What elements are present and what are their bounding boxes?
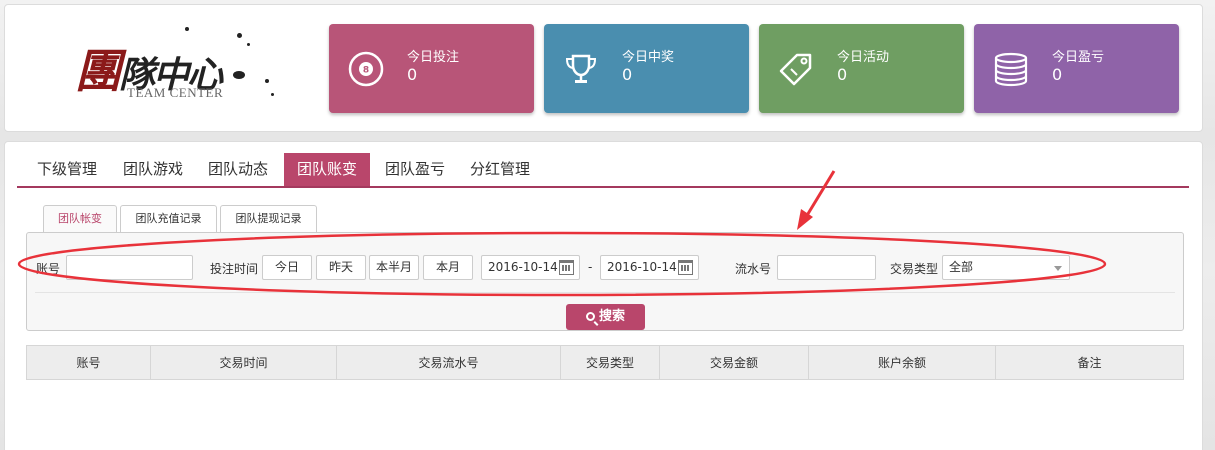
tab-dividend-management[interactable]: 分红管理 bbox=[462, 153, 538, 186]
range-yesterday-button[interactable]: 昨天 bbox=[316, 255, 366, 280]
transactions-table: 账号 交易时间 交易流水号 交易类型 交易金额 账户余额 备注 bbox=[26, 345, 1184, 380]
stat-card-today-profit-loss[interactable]: 今日盈亏 0 bbox=[974, 24, 1179, 113]
transaction-type-label: 交易类型 bbox=[890, 262, 939, 276]
date-to-input[interactable]: 2016-10-14 bbox=[600, 255, 699, 280]
column-header-serial: 交易流水号 bbox=[336, 345, 561, 380]
stat-value: 0 bbox=[837, 65, 848, 84]
search-button-label: 搜索 bbox=[598, 309, 625, 324]
trophy-icon bbox=[562, 50, 600, 88]
date-from-value: 2016-10-14 bbox=[488, 260, 558, 274]
date-from-input[interactable]: 2016-10-14 bbox=[481, 255, 580, 280]
tag-icon bbox=[777, 50, 815, 88]
main-tab-bar: 下级管理 团队游戏 团队动态 团队账变 团队盈亏 分红管理 bbox=[17, 153, 1189, 188]
transaction-type-selected: 全部 bbox=[949, 260, 974, 274]
tab-team-games[interactable]: 团队游戏 bbox=[115, 153, 191, 186]
tab-subordinate-management[interactable]: 下级管理 bbox=[29, 153, 105, 186]
logo-char-first: 團 bbox=[75, 44, 121, 98]
column-header-time: 交易时间 bbox=[150, 345, 337, 380]
table-header-row: 账号 交易时间 交易流水号 交易类型 交易金额 账户余额 备注 bbox=[26, 345, 1184, 380]
ink-splash bbox=[233, 71, 245, 79]
search-icon bbox=[585, 312, 595, 321]
search-button[interactable]: 搜索 bbox=[566, 304, 645, 330]
ink-splash bbox=[237, 33, 242, 38]
tab-team-activity[interactable]: 团队动态 bbox=[200, 153, 276, 186]
stat-value: 0 bbox=[407, 65, 418, 84]
transaction-type-select[interactable]: 全部 bbox=[942, 255, 1070, 280]
subtab-team-account-changes[interactable]: 团队帐变 bbox=[43, 205, 117, 232]
stat-label: 今日投注 bbox=[407, 50, 460, 65]
stat-value: 0 bbox=[1052, 65, 1063, 84]
range-month-button[interactable]: 本月 bbox=[423, 255, 473, 280]
column-header-account: 账号 bbox=[26, 345, 151, 380]
account-input[interactable] bbox=[66, 255, 193, 280]
stat-label: 今日活动 bbox=[837, 50, 890, 65]
coins-icon bbox=[992, 50, 1030, 88]
ink-splash bbox=[247, 43, 250, 46]
ink-splash bbox=[271, 93, 274, 96]
header-panel: 團隊中心 TEAM CENTER 8 今日投注 0 今日中奖 0 今日活动 0 … bbox=[4, 4, 1203, 132]
stat-card-today-bet[interactable]: 8 今日投注 0 bbox=[329, 24, 534, 113]
svg-text:8: 8 bbox=[363, 66, 369, 76]
subtab-team-withdrawal-records[interactable]: 团队提现记录 bbox=[220, 205, 317, 232]
date-separator: - bbox=[588, 260, 593, 274]
chevron-down-icon bbox=[1054, 266, 1062, 271]
divider bbox=[35, 292, 1175, 293]
ink-splash bbox=[185, 27, 189, 31]
team-center-logo: 團隊中心 TEAM CENTER bbox=[75, 23, 285, 113]
stat-card-today-win[interactable]: 今日中奖 0 bbox=[544, 24, 749, 113]
column-header-amount: 交易金额 bbox=[659, 345, 809, 380]
stat-card-today-activity[interactable]: 今日活动 0 bbox=[759, 24, 964, 113]
serial-number-label: 流水号 bbox=[735, 262, 772, 276]
subtab-team-deposit-records[interactable]: 团队充值记录 bbox=[120, 205, 217, 232]
account-label: 账号 bbox=[36, 262, 61, 276]
bet-time-label: 投注时间 bbox=[210, 262, 259, 276]
calendar-icon[interactable] bbox=[678, 260, 693, 275]
stat-value: 0 bbox=[622, 65, 633, 84]
ink-splash bbox=[265, 79, 269, 83]
logo-english-text: TEAM CENTER bbox=[127, 85, 224, 100]
calendar-icon[interactable] bbox=[559, 260, 574, 275]
stat-label: 今日中奖 bbox=[622, 50, 675, 65]
column-header-balance: 账户余额 bbox=[808, 345, 996, 380]
column-header-type: 交易类型 bbox=[560, 345, 660, 380]
ball-icon: 8 bbox=[347, 50, 385, 88]
filter-panel: 账号 投注时间 今日 昨天 本半月 本月 2016-10-14 - 2016-1… bbox=[26, 232, 1184, 331]
tab-team-profit-loss[interactable]: 团队盈亏 bbox=[377, 153, 453, 186]
tab-team-account-changes[interactable]: 团队账变 bbox=[284, 153, 370, 186]
range-half-month-button[interactable]: 本半月 bbox=[369, 255, 419, 280]
column-header-remark: 备注 bbox=[995, 345, 1184, 380]
stat-label: 今日盈亏 bbox=[1052, 50, 1105, 65]
range-today-button[interactable]: 今日 bbox=[262, 255, 312, 280]
main-panel: 下级管理 团队游戏 团队动态 团队账变 团队盈亏 分红管理 团队帐变 团队充值记… bbox=[4, 141, 1203, 450]
filter-row: 账号 投注时间 今日 昨天 本半月 本月 2016-10-14 - 2016-1… bbox=[27, 255, 1183, 283]
date-to-value: 2016-10-14 bbox=[607, 260, 677, 274]
serial-number-input[interactable] bbox=[777, 255, 876, 280]
